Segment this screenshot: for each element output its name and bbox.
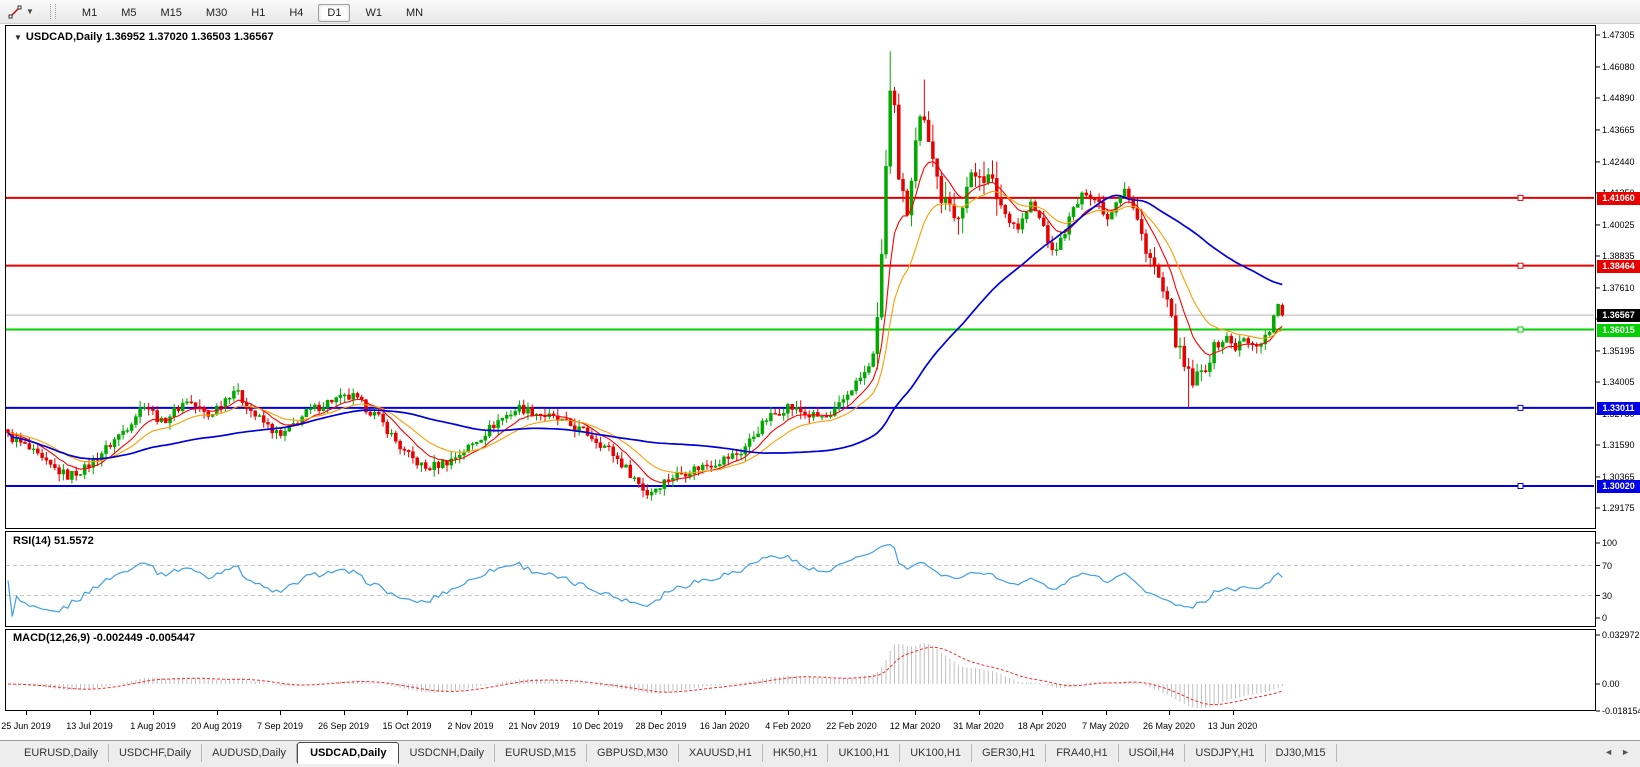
chart-ohlc-values: 1.36952 1.37020 1.36503 1.36567 [105, 31, 273, 43]
chart-symbol-label: USDCAD,Daily [26, 31, 102, 43]
chart-tab-UK100-H1[interactable]: UK100,H1 [828, 744, 900, 762]
chart-tabs: EURUSD,DailyUSDCHF,DailyAUDUSD,DailyUSDC… [0, 741, 1337, 764]
chart-tab-GER30-H1[interactable]: GER30,H1 [972, 744, 1046, 762]
chart-tab-USDCAD-Daily[interactable]: USDCAD,Daily [297, 742, 399, 764]
tab-scroll-left-icon[interactable]: ◄ [1604, 747, 1613, 757]
chart-title: ▼ USDCAD,Daily 1.36952 1.37020 1.36503 1.… [14, 31, 274, 43]
chart-tab-FRA40-H1[interactable]: FRA40,H1 [1046, 744, 1118, 762]
chart-tab-EURUSD-M15[interactable]: EURUSD,M15 [495, 744, 587, 762]
chart-tab-GBPUSD-M30[interactable]: GBPUSD,M30 [587, 744, 679, 762]
chart-tab-AUDUSD-Daily[interactable]: AUDUSD,Daily [202, 744, 297, 762]
rsi-label: RSI(14) 51.5572 [13, 535, 94, 547]
chart-tab-USDCHF-Daily[interactable]: USDCHF,Daily [109, 744, 202, 762]
chart-tab-UK100-H1[interactable]: UK100,H1 [900, 744, 972, 762]
chart-tab-USDCNH-Daily[interactable]: USDCNH,Daily [399, 744, 495, 762]
chart-tab-DJ30-M15[interactable]: DJ30,M15 [1266, 744, 1337, 762]
chart-tab-USDJPY-H1[interactable]: USDJPY,H1 [1185, 744, 1265, 762]
chart-tab-EURUSD-Daily[interactable]: EURUSD,Daily [14, 744, 109, 762]
chart-tab-USOil-H4[interactable]: USOil,H4 [1119, 744, 1186, 762]
tab-scroll-right-icon[interactable]: ► [1621, 747, 1630, 757]
chart-collapse-caret[interactable]: ▼ [14, 33, 22, 42]
chart-tab-XAUUSD-H1[interactable]: XAUUSD,H1 [679, 744, 763, 762]
macd-label: MACD(12,26,9) -0.002449 -0.005447 [13, 632, 195, 644]
chart-tab-HK50-H1[interactable]: HK50,H1 [763, 744, 829, 762]
tab-scroll-controls: ◄ ► [1604, 747, 1630, 757]
chart-tab-bar: EURUSD,DailyUSDCHF,DailyAUDUSD,DailyUSDC… [0, 740, 1640, 767]
chart-canvas[interactable] [0, 0, 1640, 740]
